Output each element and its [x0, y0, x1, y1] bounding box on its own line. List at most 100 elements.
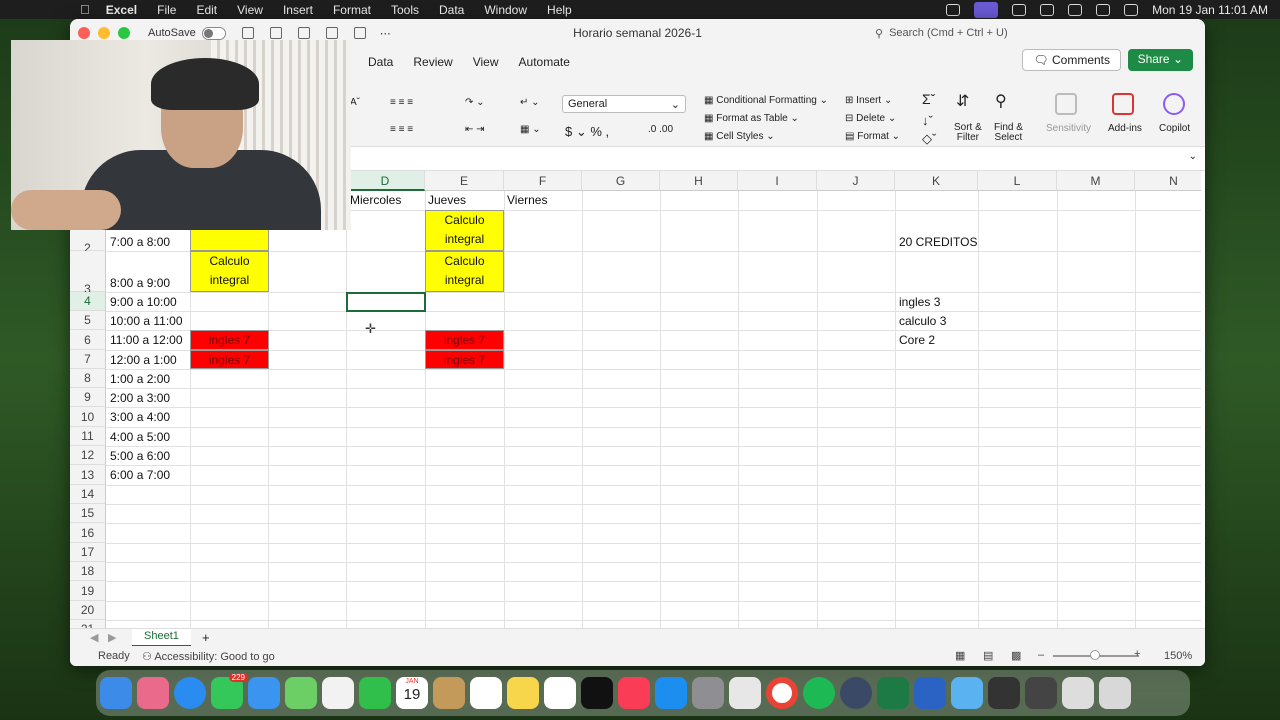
word-icon[interactable]	[914, 677, 946, 709]
share-button[interactable]: Share ⌄	[1127, 49, 1193, 71]
column-header-n[interactable]: N	[1135, 171, 1201, 191]
row-header-8[interactable]: 8	[70, 369, 106, 388]
sheet-tab-sheet1[interactable]: Sheet1	[132, 629, 191, 647]
expand-formula-icon[interactable]: ⌄	[1189, 151, 1197, 162]
control-center-icon[interactable]	[1124, 3, 1139, 16]
cell-c3-calculo[interactable]: Calculo integral	[190, 251, 269, 292]
screen-recording-icon[interactable]	[974, 1, 999, 18]
cell-b3-time[interactable]: 8:00 a 9:00	[108, 276, 172, 290]
photos-icon[interactable]	[322, 677, 354, 709]
spreadsheet-grid[interactable]: D E F G H I J K L M N 2 3 4 5 6 7 8 9 10…	[70, 171, 1201, 628]
apple-icon[interactable]: 	[0, 2, 96, 17]
safari-icon[interactable]	[174, 677, 206, 709]
zoom-slider-thumb[interactable]	[1090, 650, 1100, 660]
column-header-k[interactable]: K	[895, 171, 978, 191]
menu-app-name[interactable]: Excel	[96, 3, 147, 17]
tab-review[interactable]: Review	[403, 55, 462, 69]
cell-b9-time[interactable]: 2:00 a 3:00	[108, 391, 172, 405]
sort-filter-button[interactable]: Sort & Filter	[954, 123, 982, 143]
menu-tools[interactable]: Tools	[381, 3, 429, 17]
row-header-16[interactable]: 16	[70, 523, 106, 543]
sensitivity-button[interactable]: Sensitivity	[1046, 123, 1091, 134]
menu-data[interactable]: Data	[429, 3, 474, 17]
decrease-font-icon[interactable]: Aˇ	[350, 97, 360, 108]
column-header-i[interactable]: I	[738, 171, 817, 191]
tab-view[interactable]: View	[463, 55, 509, 69]
trash-icon[interactable]	[1099, 677, 1131, 709]
row-header-20[interactable]: 20	[70, 601, 106, 620]
page-layout-icon[interactable]: ▤	[983, 649, 993, 662]
mail-icon[interactable]	[248, 677, 280, 709]
row-header-12[interactable]: 12	[70, 446, 106, 465]
merge-icon[interactable]: ▦ ⌄	[520, 124, 541, 135]
orientation-icon[interactable]: ↷ ⌄	[465, 97, 485, 108]
wifi-icon[interactable]	[1068, 3, 1083, 16]
row-header-9[interactable]: 9	[70, 388, 106, 407]
row-header-19[interactable]: 19	[70, 581, 106, 601]
column-header-f[interactable]: F	[504, 171, 582, 191]
reminders-icon[interactable]	[470, 677, 502, 709]
cell-styles-button[interactable]: ▦ Cell Styles ⌄	[704, 131, 775, 142]
row-header-6[interactable]: 6	[70, 330, 106, 350]
creative-cloud-icon[interactable]	[946, 3, 961, 16]
menu-format[interactable]: Format	[323, 3, 381, 17]
messages-icon[interactable]: 229	[211, 673, 248, 709]
column-header-d[interactable]: D	[346, 171, 425, 191]
row-header-7[interactable]: 7	[70, 350, 106, 369]
cell-e6-ingles[interactable]: ingles 7	[425, 330, 504, 350]
row-header-5[interactable]: 5	[70, 311, 106, 330]
recent-window-icon[interactable]	[988, 677, 1020, 709]
cell-e7-ingles[interactable]: ingles 7	[425, 350, 504, 369]
align-top-icon[interactable]: ≡ ≡ ≡	[390, 97, 413, 108]
row-header-15[interactable]: 15	[70, 504, 106, 523]
add-sheet-button[interactable]: +	[202, 630, 210, 645]
calendar-icon[interactable]: JAN 19	[396, 677, 428, 709]
excel-icon[interactable]	[877, 677, 909, 709]
wrap-text-icon[interactable]: ↵ ⌄	[520, 97, 540, 108]
row-header-17[interactable]: 17	[70, 543, 106, 562]
page-break-icon[interactable]: ▩	[1011, 649, 1021, 662]
cell-e2-calculo[interactable]: Calculo integral	[425, 210, 504, 251]
cell-c6-ingles[interactable]: ingles 7	[190, 330, 269, 350]
conditional-formatting-button[interactable]: ▦ Conditional Formatting ⌄	[704, 95, 828, 106]
row-header-14[interactable]: 14	[70, 485, 106, 504]
cell-c7-ingles[interactable]: ingles 7	[190, 350, 269, 369]
notes-icon[interactable]	[507, 677, 539, 709]
cell-b13-time[interactable]: 6:00 a 7:00	[108, 468, 172, 482]
cell-k2-creditos[interactable]: 20 CREDITOS	[897, 235, 979, 249]
insert-cells-button[interactable]: ⊞ Insert ⌄	[845, 95, 892, 106]
cell-k6-note[interactable]: Core 2	[897, 333, 937, 347]
cell-k4-note[interactable]: ingles 3	[897, 295, 942, 309]
column-header-j[interactable]: J	[817, 171, 895, 191]
row-header-13[interactable]: 13	[70, 465, 106, 485]
zoom-in-button[interactable]: +	[1134, 648, 1140, 660]
app-store-icon[interactable]	[655, 677, 687, 709]
cell-b6-time[interactable]: 11:00 a 12:00	[108, 333, 185, 347]
spotlight-search-icon[interactable]	[1096, 3, 1111, 16]
menu-insert[interactable]: Insert	[273, 3, 323, 17]
cell-e3-calculo[interactable]: Calculo integral	[425, 251, 504, 292]
format-as-table-button[interactable]: ▦ Format as Table ⌄	[704, 113, 799, 124]
menu-file[interactable]: File	[147, 3, 186, 17]
menubar-clock[interactable]: Mon 19 Jan 11:01 AM	[1152, 3, 1268, 17]
menu-window[interactable]: Window	[474, 3, 537, 17]
row-header-11[interactable]: 11	[70, 427, 106, 446]
addins-button[interactable]: Add-ins	[1108, 123, 1142, 134]
search-field[interactable]: ⚲ Search (Cmd + Ctrl + U)	[875, 24, 1095, 42]
contacts-icon[interactable]	[433, 677, 465, 709]
copilot-button[interactable]: Copilot	[1159, 123, 1190, 134]
accessibility-status[interactable]: ⚇ Accessibility: Good to go	[142, 650, 275, 663]
delete-cells-button[interactable]: ⊟ Delete ⌄	[845, 113, 896, 124]
sheet-nav-prev-icon[interactable]: ◀	[90, 631, 98, 644]
cell-k5-note[interactable]: calculo 3	[897, 314, 948, 328]
sheet-nav-next-icon[interactable]: ▶	[108, 631, 116, 644]
maps-icon[interactable]	[285, 677, 317, 709]
apple-tv-icon[interactable]	[581, 677, 613, 709]
zoom-level[interactable]: 150%	[1164, 650, 1192, 662]
column-header-g[interactable]: G	[582, 171, 660, 191]
menu-edit[interactable]: Edit	[186, 3, 227, 17]
row-header-18[interactable]: 18	[70, 562, 106, 581]
column-header-e[interactable]: E	[425, 171, 504, 191]
tab-data[interactable]: Data	[358, 55, 403, 69]
format-cells-button[interactable]: ▤ Format ⌄	[845, 131, 900, 142]
